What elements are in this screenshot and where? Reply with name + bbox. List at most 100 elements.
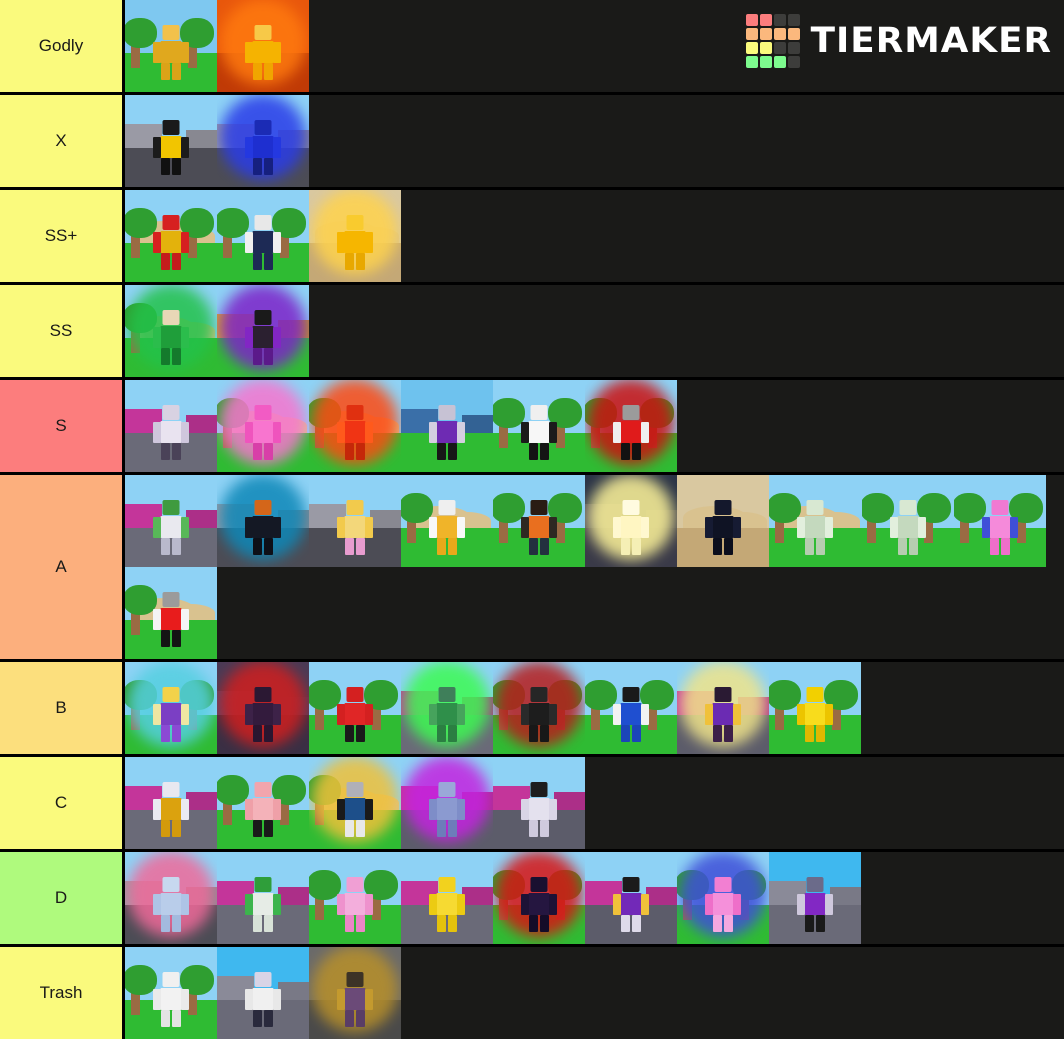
character-right-arm — [549, 893, 557, 915]
tier-item[interactable] — [401, 475, 493, 567]
tier-item[interactable] — [493, 852, 585, 944]
tier-item[interactable] — [401, 757, 493, 849]
tier-item[interactable] — [401, 852, 493, 944]
character-right-leg — [172, 347, 181, 365]
tier-label-c[interactable]: C — [0, 757, 125, 849]
tier-item[interactable] — [493, 475, 585, 567]
tier-item[interactable] — [125, 285, 217, 377]
character-head — [438, 686, 456, 702]
character-torso — [344, 797, 366, 820]
thumbnail-scene — [769, 475, 862, 567]
character-right-leg — [264, 914, 273, 932]
tier-item[interactable] — [125, 190, 217, 282]
tier-item[interactable] — [217, 475, 309, 567]
tier-item[interactable] — [217, 190, 309, 282]
thumbnail-scene — [677, 662, 769, 754]
tier-items-container[interactable] — [125, 285, 1064, 377]
tier-item[interactable] — [401, 380, 493, 472]
tier-label-godly[interactable]: Godly — [0, 0, 125, 92]
tier-items-container[interactable] — [125, 190, 1064, 282]
tier-label-trash[interactable]: Trash — [0, 947, 125, 1039]
tier-item[interactable] — [954, 475, 1046, 567]
tier-item[interactable] — [309, 947, 401, 1039]
tier-items-container[interactable] — [125, 95, 1064, 187]
tier-item[interactable] — [493, 380, 585, 472]
character-left-arm — [429, 798, 437, 820]
tier-label-ss[interactable]: SS — [0, 285, 125, 377]
tier-label-s[interactable]: S — [0, 380, 125, 472]
tier-item[interactable] — [309, 662, 401, 754]
character-head — [438, 499, 456, 515]
tier-items-container[interactable] — [125, 852, 1064, 944]
tier-item[interactable] — [309, 190, 401, 282]
character-figure — [243, 309, 283, 366]
character-figure — [243, 686, 283, 743]
tier-item[interactable] — [769, 852, 861, 944]
tier-items-container[interactable] — [125, 0, 1064, 92]
tier-item[interactable] — [125, 757, 217, 849]
tier-item[interactable] — [309, 475, 401, 567]
tier-item[interactable] — [769, 475, 954, 567]
character-left-leg — [713, 914, 722, 932]
tier-item[interactable] — [217, 95, 309, 187]
tier-item[interactable] — [677, 475, 769, 567]
tier-item[interactable] — [217, 852, 309, 944]
character-right-leg — [448, 914, 457, 932]
character-right-leg — [448, 537, 457, 555]
tier-label-a[interactable]: A — [0, 475, 125, 659]
character-torso — [620, 702, 642, 725]
character-figure — [151, 214, 191, 271]
tier-item[interactable] — [125, 380, 217, 472]
tier-item[interactable] — [769, 662, 861, 754]
character-right-leg — [540, 914, 549, 932]
tier-label-x[interactable]: X — [0, 95, 125, 187]
tier-item[interactable] — [309, 852, 401, 944]
tier-items-container[interactable] — [125, 380, 1064, 472]
tier-item[interactable] — [125, 475, 217, 567]
thumbnail-scene — [677, 852, 769, 944]
character-left-arm — [429, 893, 437, 915]
character-left-leg — [253, 157, 262, 175]
tier-item[interactable] — [585, 852, 677, 944]
tier-item[interactable] — [217, 757, 309, 849]
tier-item[interactable] — [677, 662, 769, 754]
tier-item[interactable] — [125, 852, 217, 944]
tier-label-b[interactable]: B — [0, 662, 125, 754]
character-head — [530, 876, 548, 892]
tier-item[interactable] — [217, 0, 309, 92]
tier-item[interactable] — [125, 0, 217, 92]
tier-item[interactable] — [309, 380, 401, 472]
tier-item[interactable] — [493, 662, 585, 754]
tier-item[interactable] — [401, 662, 493, 754]
tier-item[interactable] — [217, 380, 309, 472]
character-left-arm — [613, 516, 621, 538]
tier-label-d[interactable]: D — [0, 852, 125, 944]
tier-item[interactable] — [125, 947, 217, 1039]
tier-item[interactable] — [217, 947, 309, 1039]
tier-item[interactable] — [585, 475, 677, 567]
character-torso — [252, 797, 274, 820]
tier-item[interactable] — [585, 662, 677, 754]
tier-item[interactable] — [309, 757, 401, 849]
character-left-arm — [613, 893, 621, 915]
tier-items-container[interactable] — [125, 662, 1064, 754]
character-right-leg — [264, 157, 273, 175]
tier-label-ssplus[interactable]: SS+ — [0, 190, 125, 282]
tier-items-container[interactable] — [125, 947, 1064, 1039]
character-left-arm — [245, 516, 253, 538]
tier-item[interactable] — [217, 285, 309, 377]
tier-items-container[interactable] — [125, 475, 1064, 659]
tier-item[interactable] — [125, 567, 217, 659]
tier-item[interactable] — [125, 662, 217, 754]
character-figure — [151, 781, 191, 838]
character-left-arm — [337, 421, 345, 443]
tier-item[interactable] — [217, 662, 309, 754]
character-right-leg — [816, 914, 825, 932]
tier-item[interactable] — [677, 852, 769, 944]
tier-item[interactable] — [125, 95, 217, 187]
tier-item[interactable] — [585, 380, 677, 472]
thumbnail-scene — [125, 567, 217, 659]
character-left-leg — [161, 442, 170, 460]
tier-items-container[interactable] — [125, 757, 1064, 849]
tier-item[interactable] — [493, 757, 585, 849]
